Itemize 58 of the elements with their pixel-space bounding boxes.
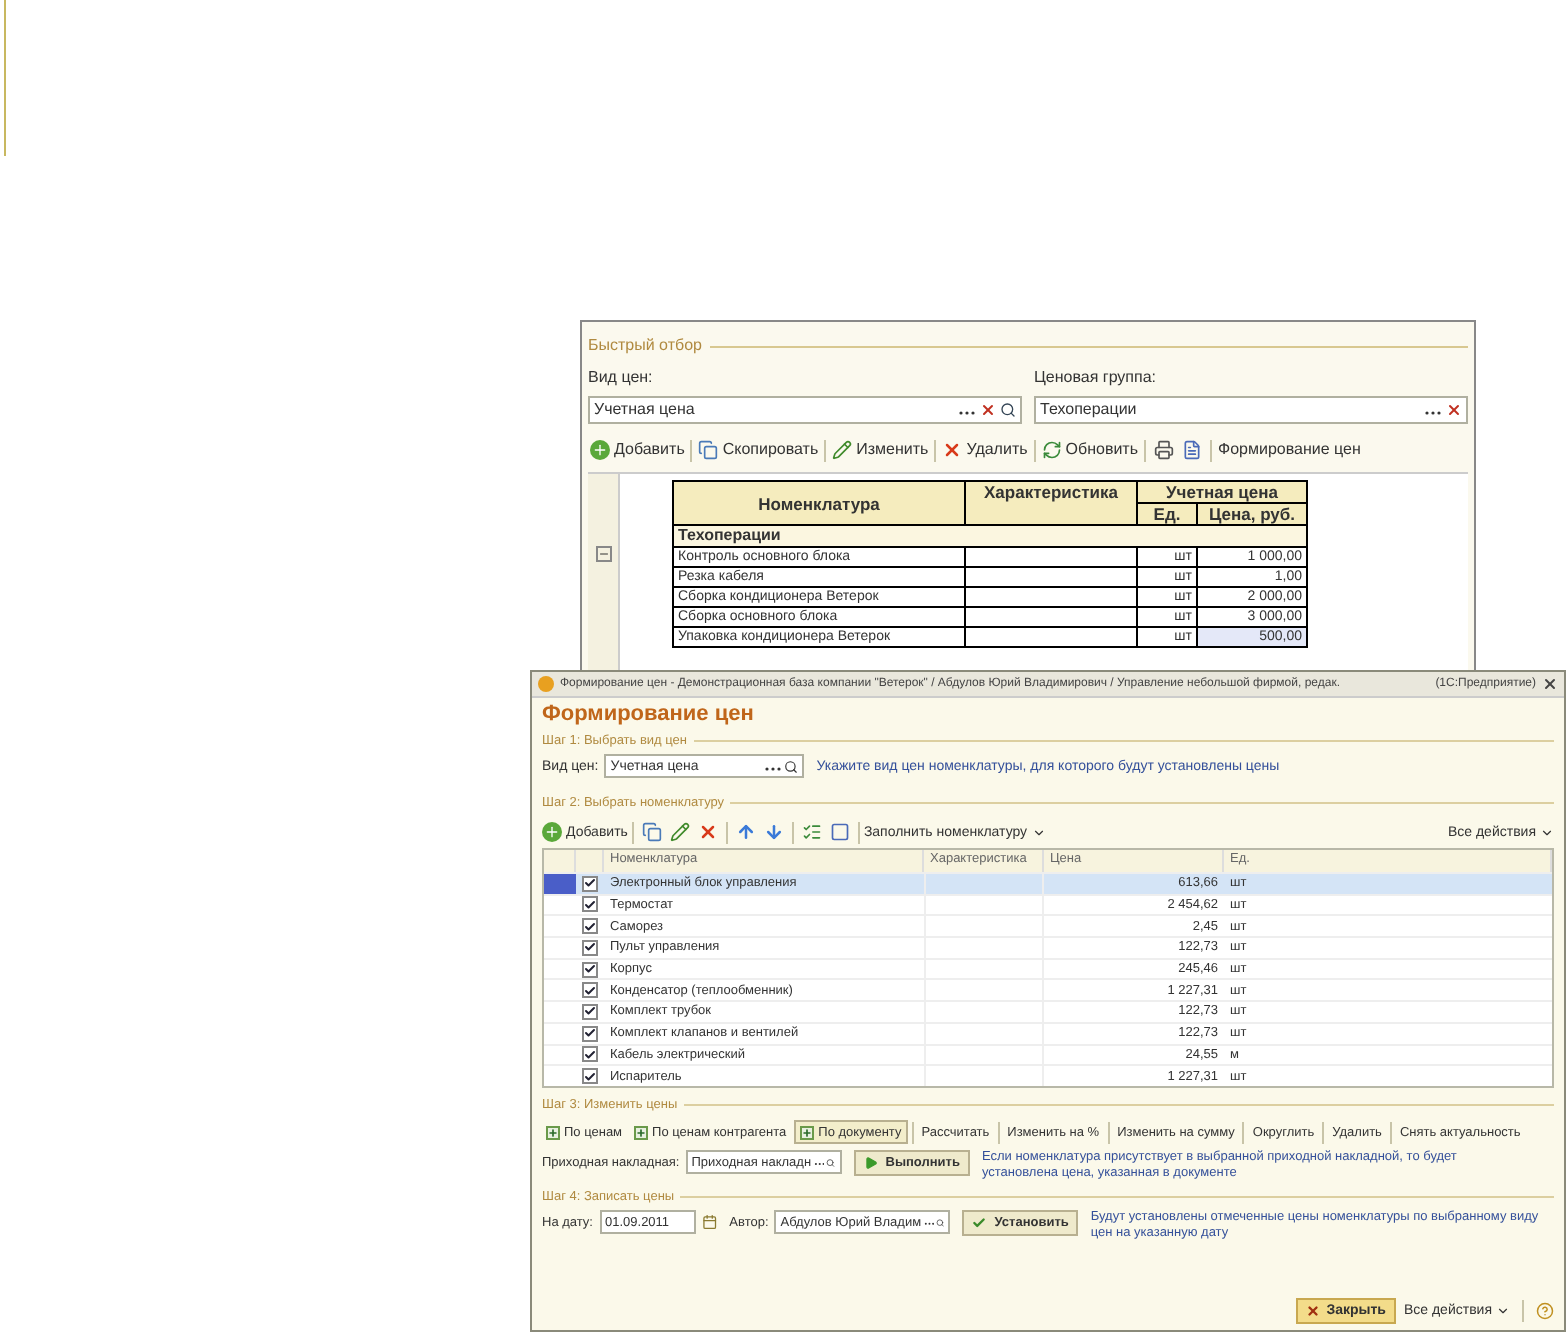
search-icon[interactable] <box>784 759 799 773</box>
collapse-icon[interactable] <box>595 546 611 562</box>
form-heading: Формирование цен <box>542 702 756 728</box>
filter-field[interactable]: Учетная цена <box>588 396 1022 424</box>
checkbox[interactable] <box>582 961 598 978</box>
toolbar-button[interactable]: Формирование цен <box>1216 438 1363 462</box>
toolbar-button[interactable]: Скопировать <box>696 438 821 462</box>
toolbar-button[interactable]: Обновить <box>1039 438 1141 462</box>
check-icon <box>972 1216 987 1230</box>
caret-icon <box>1496 1304 1510 1318</box>
toolbar-button[interactable]: Удалить <box>940 438 1030 462</box>
checkbox[interactable] <box>582 875 598 892</box>
delete-icon <box>942 440 963 460</box>
clear-icon[interactable] <box>1446 402 1462 418</box>
add-icon <box>590 440 610 460</box>
column-header: Учетная цена <box>1137 481 1307 503</box>
section-title: Быстрый отбор <box>588 334 702 358</box>
field-label: Ценовая группа: <box>1034 366 1159 390</box>
checkbox[interactable] <box>582 1003 598 1020</box>
caret-icon <box>1540 825 1554 839</box>
refresh-icon <box>1041 440 1062 460</box>
arrow-down-icon[interactable] <box>763 822 784 842</box>
checkbox[interactable] <box>582 896 598 913</box>
window-icon[interactable] <box>829 822 850 842</box>
checkbox[interactable] <box>582 939 598 956</box>
search-icon[interactable] <box>826 1155 836 1169</box>
calendar-icon[interactable] <box>701 1214 718 1230</box>
copy-icon <box>641 822 662 842</box>
column-header: Номенклатура <box>673 481 965 525</box>
close-icon[interactable] <box>1542 676 1558 692</box>
arrow-up-icon[interactable] <box>735 822 756 842</box>
toolbar-button[interactable]: Добавить <box>588 438 687 462</box>
add-icon <box>542 822 562 842</box>
play-icon <box>863 1156 878 1170</box>
checkbox[interactable] <box>582 918 598 935</box>
list-check-icon[interactable] <box>801 822 822 842</box>
close-icon <box>1306 1304 1321 1318</box>
checkbox[interactable] <box>582 1025 598 1042</box>
search-icon[interactable] <box>1000 402 1016 418</box>
copy-icon <box>698 440 719 460</box>
toolbar-button[interactable]: Изменить <box>830 438 931 462</box>
search-icon[interactable] <box>936 1215 945 1229</box>
app-icon <box>538 676 554 692</box>
caret-icon <box>1031 825 1046 839</box>
row-marker <box>544 873 576 894</box>
filter-field[interactable]: Техоперации <box>1034 396 1468 424</box>
report-icon[interactable] <box>1182 440 1203 460</box>
pencil-icon <box>669 822 690 842</box>
checkbox[interactable] <box>582 1046 598 1063</box>
help-icon[interactable] <box>1536 1302 1554 1320</box>
checkbox[interactable] <box>582 982 598 999</box>
field-label: Вид цен: <box>588 366 655 390</box>
printer-icon[interactable] <box>1154 440 1175 460</box>
clear-icon[interactable] <box>980 402 996 418</box>
delete-icon <box>697 822 718 842</box>
checkbox[interactable] <box>582 1068 598 1085</box>
pencil-icon <box>832 440 853 460</box>
group-cell: Техоперации <box>673 525 1307 547</box>
